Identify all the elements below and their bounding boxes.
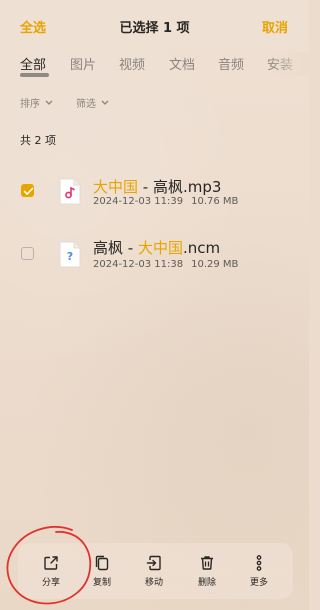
svg-text:?: ?: [67, 250, 73, 263]
file-date: 2024-12-03 11:38: [93, 259, 184, 270]
file-checkbox[interactable]: [21, 247, 34, 260]
delete-button[interactable]: 删除: [187, 555, 227, 588]
move-label: 移动: [144, 578, 163, 588]
more-icon: [256, 555, 262, 571]
more-button[interactable]: 更多: [239, 555, 279, 588]
background: [0, 0, 309, 610]
file-name-ext: .ncm: [182, 239, 221, 257]
active-tab-indicator: [20, 73, 49, 77]
file-size: 10.29 MB: [191, 259, 239, 270]
move-icon: [146, 555, 161, 571]
copy-icon: [95, 555, 109, 571]
sort-dropdown[interactable]: 排序: [20, 95, 53, 110]
unknown-file-icon: ?: [59, 241, 81, 268]
file-name-rest: - 高枫.mp3: [138, 178, 222, 196]
chevron-down-icon: [101, 100, 109, 105]
move-button[interactable]: 移动: [134, 555, 174, 588]
tab-audio[interactable]: 音频: [218, 54, 244, 73]
file-row[interactable]: 大中国 - 高枫.mp3 2024-12-03 11:39 10.76 MB: [0, 172, 309, 216]
sort-filter-bar: 排序 筛选: [20, 95, 289, 111]
file-date: 2024-12-03 11:39: [93, 196, 184, 207]
file-meta: 2024-12-03 11:39 10.76 MB: [93, 196, 238, 207]
tabs-fade: [269, 52, 309, 76]
file-checkbox[interactable]: [21, 184, 34, 197]
file-name: 高枫 - 大中国.ncm: [93, 237, 220, 258]
tab-images[interactable]: 图片: [70, 54, 96, 73]
bottom-toolbar: 分享 复制 移动 删除 更多: [18, 543, 293, 599]
share-button[interactable]: 分享: [31, 555, 71, 588]
delete-label: 删除: [197, 578, 216, 588]
file-name-highlight: 大中国: [137, 239, 183, 257]
filter-label: 筛选: [76, 99, 96, 110]
checkmark-icon: [23, 187, 34, 195]
audio-file-icon: [59, 178, 81, 205]
file-name-rest: 高枫 -: [93, 239, 138, 257]
copy-button[interactable]: 复制: [82, 555, 122, 588]
tab-all[interactable]: 全部: [20, 54, 46, 73]
category-tabs: 全部 图片 视频 文档 音频 安装: [20, 54, 309, 80]
chevron-down-icon: [45, 100, 53, 105]
file-name-highlight: 大中国: [93, 178, 139, 196]
cancel-button[interactable]: 取消: [262, 17, 288, 36]
more-label: 更多: [249, 578, 268, 588]
top-bar: 全选 已选择 1 项 取消: [0, 14, 309, 40]
delete-icon: [201, 556, 213, 570]
filter-dropdown[interactable]: 筛选: [76, 95, 109, 110]
file-row[interactable]: ? 高枫 - 大中国.ncm 2024-12-03 11:38 10.29 MB: [0, 231, 309, 275]
file-size: 10.76 MB: [191, 196, 239, 207]
tab-videos[interactable]: 视频: [119, 54, 145, 73]
copy-label: 复制: [92, 578, 111, 588]
share-icon: [44, 556, 58, 570]
file-name: 大中国 - 高枫.mp3: [93, 176, 221, 197]
item-count: 共 2 项: [20, 134, 56, 147]
share-label: 分享: [41, 578, 60, 588]
sort-label: 排序: [20, 99, 40, 110]
file-meta: 2024-12-03 11:38 10.29 MB: [93, 259, 238, 270]
tab-documents[interactable]: 文档: [169, 54, 195, 73]
